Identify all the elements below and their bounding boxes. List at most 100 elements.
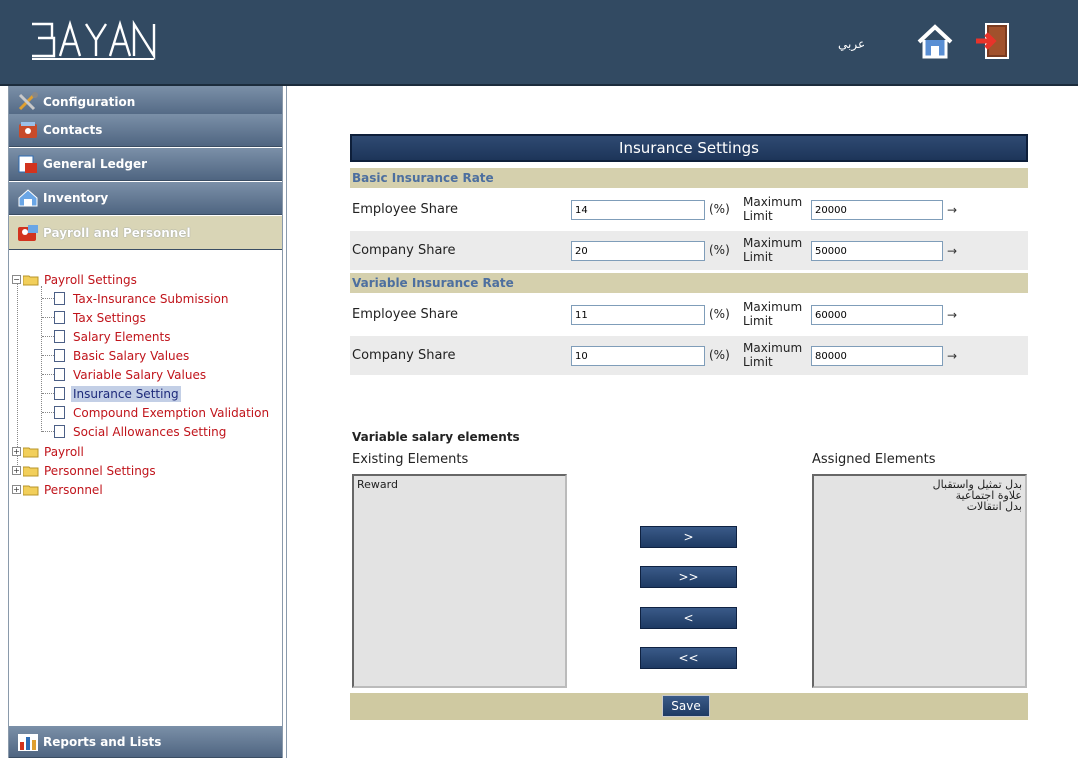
assigned-elements-label: Assigned Elements [812, 452, 936, 467]
row-label: Employee Share [352, 202, 459, 217]
sidebar-module-label: Configuration [43, 95, 136, 109]
arrow-icon[interactable]: → [947, 203, 957, 217]
move-all-right-button[interactable]: >> [640, 566, 737, 588]
basic-employee-limit-input[interactable] [811, 200, 943, 220]
tree-node-personnel[interactable]: + Personnel [12, 480, 105, 499]
sidebar-module-inventory[interactable]: Inventory [9, 182, 282, 215]
tree-node-payroll-settings[interactable]: − Payroll Settings [12, 270, 139, 289]
tools-icon [17, 91, 39, 113]
language-switch-link[interactable]: عربي [838, 37, 865, 51]
document-icon [54, 330, 65, 343]
tree-label-selected: Insurance Setting [71, 385, 181, 402]
personnel-icon [17, 222, 39, 244]
collapse-icon[interactable]: − [12, 275, 21, 284]
maximum-limit-label-line2: Limit [743, 314, 773, 328]
tree-node-social-allowances-setting[interactable]: Social Allowances Setting [54, 422, 228, 441]
document-icon [54, 349, 65, 362]
document-icon [54, 387, 65, 400]
row-label: Company Share [352, 243, 456, 258]
tree-node-variable-salary-values[interactable]: Variable Salary Values [54, 365, 208, 384]
expand-icon[interactable]: + [12, 485, 21, 494]
basic-company-share-input[interactable] [571, 241, 705, 261]
basic-employee-share-row: Employee Share (%) MaximumLimit → [350, 190, 1028, 229]
percent-label: (%) [709, 348, 730, 362]
tree-label: Variable Salary Values [73, 367, 207, 382]
folder-icon [23, 447, 39, 457]
basic-employee-share-input[interactable] [571, 200, 705, 220]
maximum-limit-label: Maximum Limit [743, 195, 802, 223]
move-left-button[interactable]: < [640, 607, 737, 629]
sidebar-module-label: Payroll and Personnel [43, 225, 191, 240]
existing-elements-list[interactable]: Reward [352, 474, 567, 688]
tree-label: Salary Elements [73, 329, 171, 344]
variable-company-limit-input[interactable] [811, 346, 943, 366]
variable-company-share-input[interactable] [571, 346, 705, 366]
tree-node-insurance-setting[interactable]: Insurance Setting [54, 384, 181, 403]
existing-elements-label: Existing Elements [352, 452, 469, 467]
expand-icon[interactable]: + [12, 447, 21, 456]
variable-employee-limit-input[interactable] [811, 305, 943, 325]
assigned-elements-list[interactable]: بدل تمثيل واستقبال علاوة اجتماعية بدل ان… [812, 474, 1027, 688]
folder-icon [23, 485, 39, 495]
tree-node-basic-salary-values[interactable]: Basic Salary Values [54, 346, 191, 365]
expand-icon[interactable]: + [12, 466, 21, 475]
document-icon [54, 311, 65, 324]
maximum-limit-label-line2: Limit [743, 209, 773, 223]
basic-company-share-row: Company Share (%) MaximumLimit → [350, 231, 1028, 270]
sidebar-module-payroll-personnel[interactable]: Payroll and Personnel [9, 216, 282, 250]
tree-node-payroll[interactable]: + Payroll [12, 442, 86, 461]
percent-label: (%) [709, 243, 730, 257]
bar-chart-icon [17, 731, 39, 753]
tree-node-tax-insurance-submission[interactable]: Tax-Insurance Submission [54, 289, 230, 308]
folder-icon [23, 466, 39, 476]
sidebar-module-general-ledger[interactable]: General Ledger [9, 148, 282, 181]
sidebar: Configuration Contacts General Ledger In… [8, 86, 283, 758]
tree-node-salary-elements[interactable]: Salary Elements [54, 327, 172, 346]
list-item[interactable]: Reward [357, 479, 562, 490]
sidebar-module-label: Inventory [43, 191, 109, 205]
inventory-icon [17, 187, 39, 209]
basic-insurance-section-header: Basic Insurance Rate [350, 168, 1028, 188]
maximum-limit-label-line1: Maximum [743, 236, 803, 250]
tree-node-compound-exemption-validation[interactable]: Compound Exemption Validation [54, 403, 271, 422]
variable-salary-elements-heading: Variable salary elements [352, 430, 520, 444]
tree-label: Basic Salary Values [73, 348, 190, 363]
form-footer: Save [350, 693, 1028, 720]
exit-icon[interactable] [972, 20, 1014, 62]
sidebar-module-contacts[interactable]: Contacts [9, 114, 282, 147]
arrow-icon[interactable]: → [947, 244, 957, 258]
maximum-limit-label-line2: Limit [743, 250, 773, 264]
sidebar-module-reports[interactable]: Reports and Lists [9, 726, 282, 758]
arrow-icon[interactable]: → [947, 308, 957, 322]
tree-label: Personnel [44, 482, 103, 497]
move-all-left-button[interactable]: << [640, 647, 737, 669]
sidebar-module-label: Reports and Lists [43, 734, 162, 749]
maximum-limit-label: Maximum Limit [743, 236, 802, 264]
maximum-limit-label: Maximum Limit [743, 300, 802, 328]
document-icon [54, 406, 65, 419]
maximum-limit-label-line1: Maximum [743, 195, 803, 209]
variable-employee-share-row: Employee Share (%) MaximumLimit → [350, 295, 1028, 334]
tree-node-personnel-settings[interactable]: + Personnel Settings [12, 461, 158, 480]
home-icon[interactable] [915, 22, 955, 62]
list-item[interactable]: بدل انتقالات [817, 501, 1022, 512]
tree-label: Payroll Settings [44, 272, 137, 287]
page-title: Insurance Settings [350, 134, 1028, 162]
sidebar-module-label: General Ledger [43, 157, 147, 171]
save-button[interactable]: Save [662, 695, 710, 717]
bayan-logo [32, 19, 156, 61]
percent-label: (%) [709, 202, 730, 216]
row-label: Company Share [352, 348, 456, 363]
tree-label: Compound Exemption Validation [73, 405, 270, 420]
variable-employee-share-input[interactable] [571, 305, 705, 325]
tree-label: Social Allowances Setting [73, 424, 227, 439]
arrow-icon[interactable]: → [947, 349, 957, 363]
document-icon [54, 425, 65, 438]
tree-node-tax-settings[interactable]: Tax Settings [54, 308, 148, 327]
move-right-button[interactable]: > [640, 526, 737, 548]
basic-company-limit-input[interactable] [811, 241, 943, 261]
tree-label: Tax Settings [73, 310, 146, 325]
maximum-limit-label-line1: Maximum [743, 341, 803, 355]
maximum-limit-label: Maximum Limit [743, 341, 802, 369]
ledger-icon [17, 153, 39, 175]
